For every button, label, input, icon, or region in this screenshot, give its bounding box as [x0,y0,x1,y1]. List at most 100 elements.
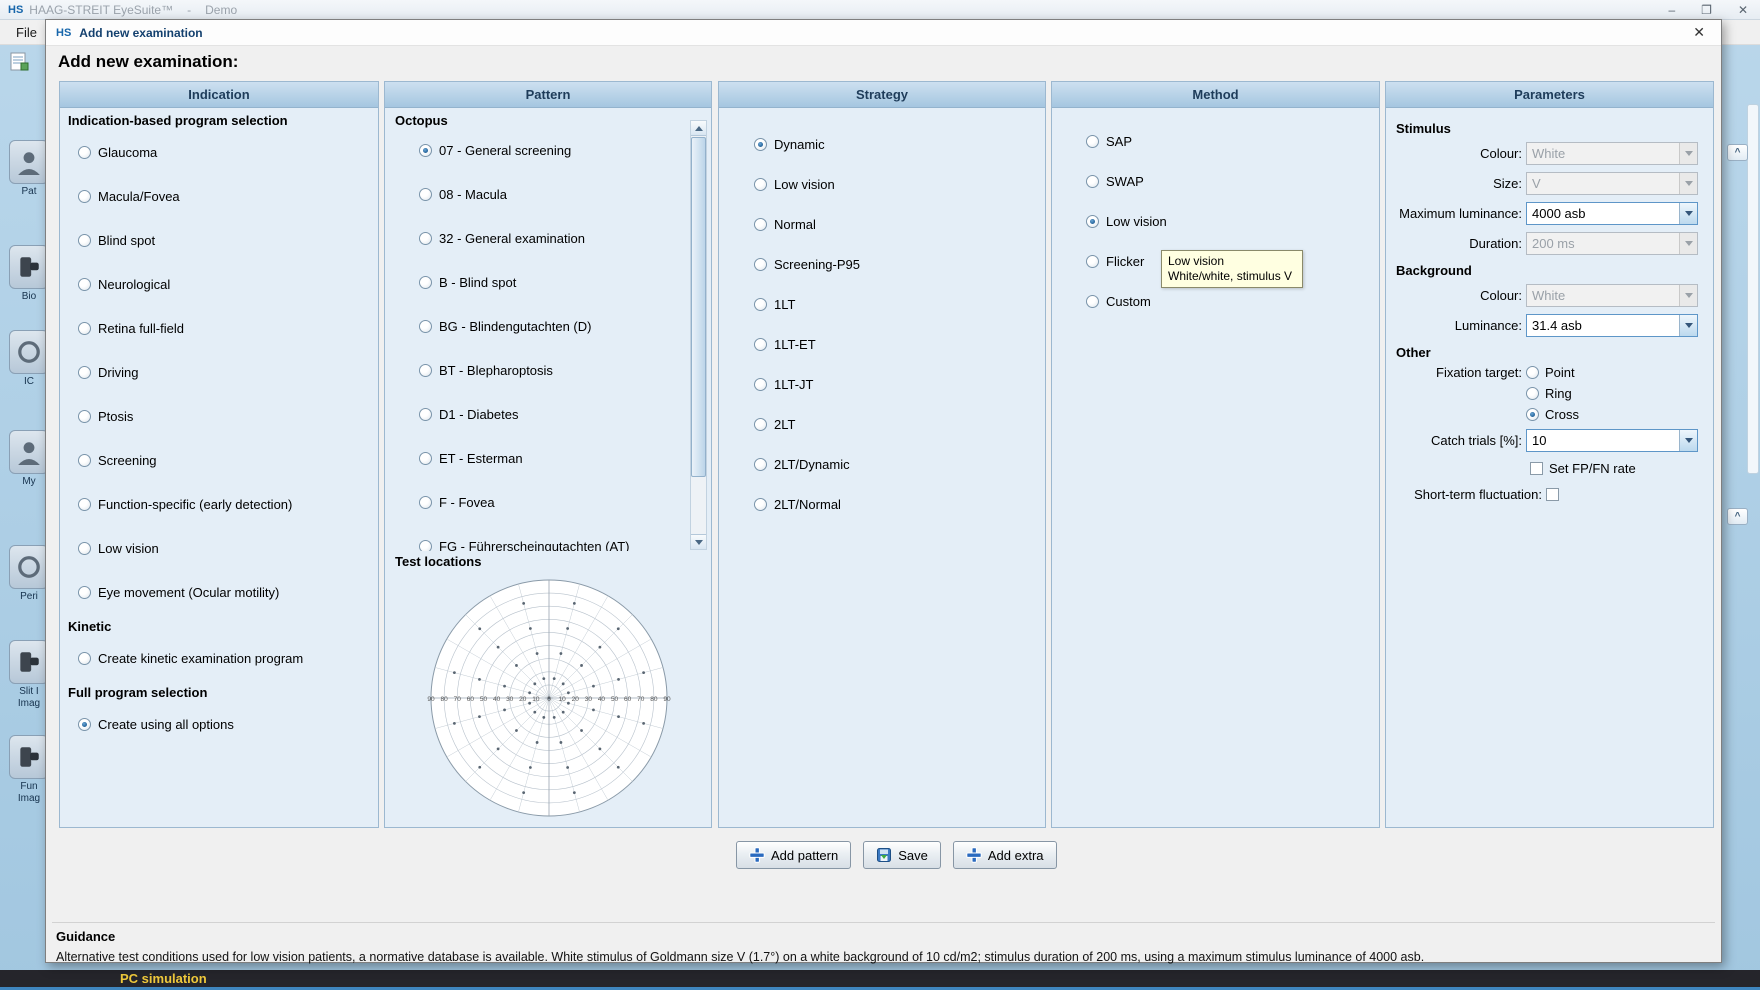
pattern-option-08-macula[interactable]: 08 - Macula [385,172,711,216]
radio-button-icon[interactable] [1086,175,1099,188]
method-option-low-vision[interactable]: Low vision [1052,201,1379,241]
radio-button-icon[interactable] [78,586,91,599]
strategy-option-1lt[interactable]: 1LT [719,284,1045,324]
pattern-option-bg-blindengutachten-d[interactable]: BG - Blindengutachten (D) [385,304,711,348]
close-button[interactable]: ✕ [1738,3,1748,17]
scrollbar-thumb[interactable] [691,137,706,477]
fixation-option-ring[interactable]: Ring [1526,383,1579,404]
pattern-option-d1-diabetes[interactable]: D1 - Diabetes [385,392,711,436]
notes-icon[interactable] [10,52,29,71]
combo-arrow-icon[interactable] [1679,430,1697,451]
radio-button-icon[interactable] [78,542,91,555]
combo-catch-trials[interactable]: 10 [1526,429,1698,452]
radio-button-icon[interactable] [78,278,91,291]
minimize-button[interactable]: – [1668,3,1675,17]
radio-button-icon[interactable] [1526,408,1539,421]
dialog-titlebar[interactable]: HS Add new examination ✕ [46,20,1721,46]
scroll-down-icon[interactable] [691,534,706,549]
strategy-option-1lt-jt[interactable]: 1LT-JT [719,364,1045,404]
radio-button-icon[interactable] [78,190,91,203]
combo-arrow-icon[interactable] [1679,315,1697,336]
stf-row[interactable]: Short-term fluctuation: [1396,481,1703,507]
indication-option-blind-spot[interactable]: Blind spot [60,218,378,262]
radio-button-icon[interactable] [1526,366,1539,379]
method-option-swap[interactable]: SWAP [1052,161,1379,201]
fixation-option-point[interactable]: Point [1526,362,1579,383]
radio-button-icon[interactable] [754,138,767,151]
strategy-option-2lt-dynamic[interactable]: 2LT/Dynamic [719,444,1045,484]
strategy-option-low-vision[interactable]: Low vision [719,164,1045,204]
pattern-option-32-general-examination[interactable]: 32 - General examination [385,216,711,260]
radio-button-icon[interactable] [754,258,767,271]
collapse-panel-button[interactable]: ^ [1727,508,1748,525]
radio-button-icon[interactable] [78,652,91,665]
pattern-option-07-general-screening[interactable]: 07 - General screening [385,128,711,172]
pattern-option-f-fovea[interactable]: F - Fovea [385,480,711,524]
pattern-scrollbar[interactable] [690,120,707,550]
radio-button-icon[interactable] [419,144,432,157]
radio-button-icon[interactable] [78,454,91,467]
indication-option-low-vision[interactable]: Low vision [60,526,378,570]
indication-option-eye-movement-ocular-motility[interactable]: Eye movement (Ocular motility) [60,570,378,614]
radio-button-icon[interactable] [419,276,432,289]
combo-maximum-luminance[interactable]: 4000 asb [1526,202,1698,225]
collapse-panel-button[interactable]: ^ [1727,144,1748,161]
radio-button-icon[interactable] [419,408,432,421]
radio-button-icon[interactable] [78,718,91,731]
radio-button-icon[interactable] [754,218,767,231]
fixation-option-cross[interactable]: Cross [1526,404,1579,425]
pattern-option-bt-blepharoptosis[interactable]: BT - Blepharoptosis [385,348,711,392]
maximize-button[interactable]: ❐ [1701,3,1712,17]
radio-button-icon[interactable] [78,146,91,159]
radio-button-icon[interactable] [78,234,91,247]
radio-button-icon[interactable] [1526,387,1539,400]
method-option-sap[interactable]: SAP [1052,121,1379,161]
fpfn-checkbox[interactable] [1530,462,1543,475]
radio-button-icon[interactable] [419,232,432,245]
add-extra-button[interactable]: Add extra [953,841,1057,869]
radio-button-icon[interactable] [419,188,432,201]
scroll-up-icon[interactable] [691,121,706,136]
strategy-option-normal[interactable]: Normal [719,204,1045,244]
radio-button-icon[interactable] [419,540,432,552]
pattern-option-fg-f-hrerscheingutachten-at[interactable]: FG - Führerscheingutachten (AT) [385,524,711,551]
indication-option-function-specific-early-detection[interactable]: Function-specific (early detection) [60,482,378,526]
radio-button-icon[interactable] [1086,135,1099,148]
radio-button-icon[interactable] [419,364,432,377]
radio-button-icon[interactable] [754,178,767,191]
strategy-option-2lt-normal[interactable]: 2LT/Normal [719,484,1045,524]
radio-button-icon[interactable] [1086,255,1099,268]
indication-option-screening[interactable]: Screening [60,438,378,482]
radio-button-icon[interactable] [419,496,432,509]
strategy-option-2lt[interactable]: 2LT [719,404,1045,444]
radio-button-icon[interactable] [754,298,767,311]
radio-button-icon[interactable] [754,418,767,431]
radio-button-icon[interactable] [78,366,91,379]
indication-option-driving[interactable]: Driving [60,350,378,394]
menu-file[interactable]: File [10,23,43,42]
dialog-close-icon[interactable]: ✕ [1687,24,1711,41]
radio-button-icon[interactable] [78,498,91,511]
fpfn-row[interactable]: Set FP/FN rate [1396,455,1703,481]
strategy-option-screening-p95[interactable]: Screening-P95 [719,244,1045,284]
save-button[interactable]: Save [863,841,941,869]
radio-button-icon[interactable] [754,338,767,351]
indication-option-neurological[interactable]: Neurological [60,262,378,306]
pattern-option-b-blind-spot[interactable]: B - Blind spot [385,260,711,304]
radio-button-icon[interactable] [419,320,432,333]
radio-button-icon[interactable] [1086,295,1099,308]
radio-button-icon[interactable] [754,498,767,511]
radio-button-icon[interactable] [754,458,767,471]
strategy-option-dynamic[interactable]: Dynamic [719,124,1045,164]
indication-option-glaucoma[interactable]: Glaucoma [60,130,378,174]
pattern-option-et-esterman[interactable]: ET - Esterman [385,436,711,480]
radio-button-icon[interactable] [1086,215,1099,228]
indication-option-retina-full-field[interactable]: Retina full-field [60,306,378,350]
strategy-option-1lt-et[interactable]: 1LT-ET [719,324,1045,364]
radio-button-icon[interactable] [419,452,432,465]
stf-checkbox[interactable] [1546,488,1559,501]
add-pattern-button[interactable]: Add pattern [736,841,851,869]
indication-option-ptosis[interactable]: Ptosis [60,394,378,438]
indication-option-create-kinetic-examination-program[interactable]: Create kinetic examination program [60,636,378,680]
indication-option-create-using-all-options[interactable]: Create using all options [60,702,378,746]
